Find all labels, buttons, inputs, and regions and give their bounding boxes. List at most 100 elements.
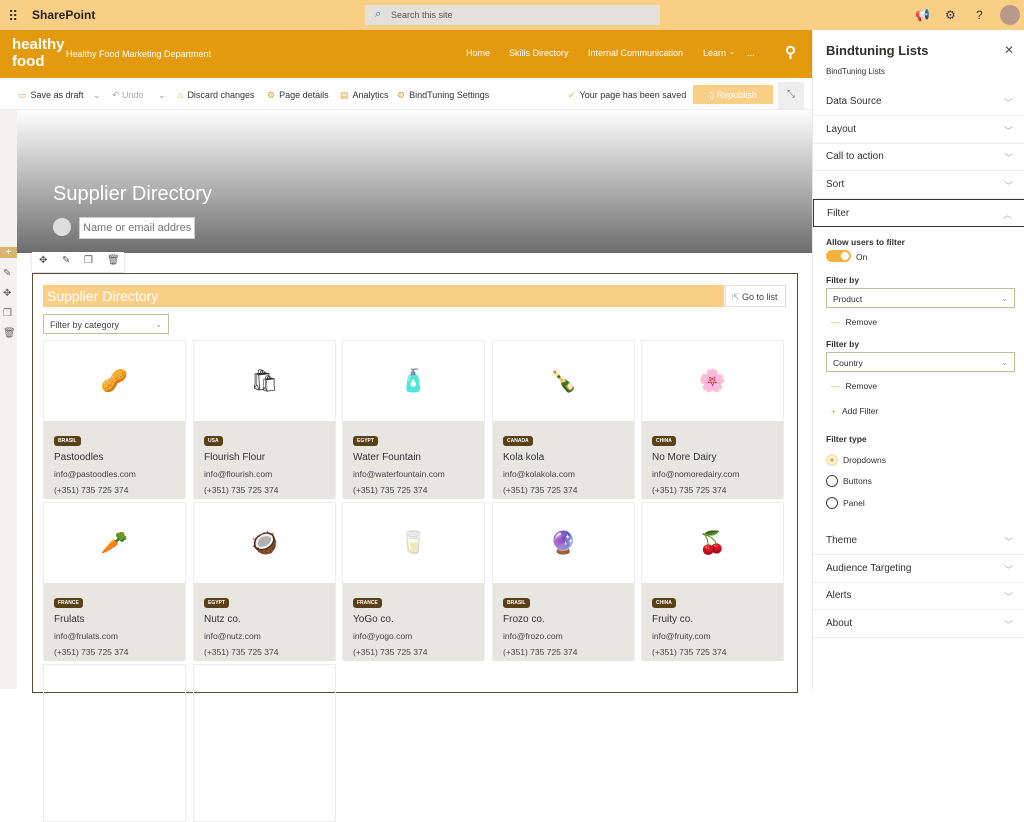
card-partial (43, 664, 186, 822)
section-call-to-action[interactable]: Call to action ﹀ (813, 143, 1024, 172)
supplier-card[interactable]: 🔮 BRASIL Frozo co. info@frozo.com (+351) 735… (492, 502, 635, 661)
section-data-source[interactable]: Data Source ﹀ (813, 88, 1024, 116)
edit-section-icon[interactable]: ✎ (3, 268, 11, 279)
undo-options-chevron-icon[interactable]: ⌄ (158, 90, 166, 101)
supplier-email[interactable]: info@flourish.com (204, 469, 325, 479)
supplier-email[interactable]: info@yogo.com (353, 631, 474, 641)
supplier-name: Fruity co. (652, 614, 694, 625)
supplier-card[interactable]: 🥜 BRASIL Pastoodles info@pastoodles.com (+35… (43, 340, 186, 499)
undo-button[interactable]: ↶ Undo (112, 90, 144, 101)
nav-internal-communication[interactable]: Internal Communication (588, 48, 683, 58)
section-sort[interactable]: Sort ﹀ (813, 171, 1024, 200)
move-section-icon[interactable]: ✥ (3, 288, 11, 299)
edit-icon[interactable]: ✎ (62, 255, 70, 266)
supplier-email[interactable]: info@frulats.com (54, 631, 175, 641)
allow-filter-toggle[interactable] (826, 250, 851, 262)
site-header: healthy food Healthy Food Marketing Depar… (0, 30, 812, 78)
supplier-name: YoGo co. (353, 614, 394, 625)
supplier-phone: (+351) 735 725 374 (652, 647, 727, 657)
search-icon[interactable]: ⚲ (785, 43, 796, 61)
filter-by-label: Filter by (826, 339, 860, 349)
duplicate-icon[interactable]: ❐ (84, 255, 93, 266)
section-label: Layout (826, 123, 857, 135)
supplier-card[interactable]: 🧴 EGYPT Water Fountain info@waterfountain.c… (342, 340, 485, 499)
app-name[interactable]: SharePoint (32, 8, 95, 22)
radio-dropdowns[interactable]: Dropdowns (826, 454, 886, 466)
supplier-card[interactable]: 🌸 CHINA No More Dairy info@nomoredairy.com (… (641, 340, 784, 499)
chevron-down-icon: ⌄ (155, 320, 162, 329)
remove-filter-button[interactable]: — Remove (831, 381, 877, 391)
section-alerts[interactable]: Alerts ﹀ (813, 582, 1024, 611)
country-badge: CANADA (503, 436, 533, 446)
nav-learn[interactable]: Learn (703, 48, 726, 58)
supplier-name: Flourish Flour (204, 452, 266, 463)
property-pane: Bindtuning Lists ✕ BindTuning Lists Data… (812, 30, 1024, 689)
nav-home[interactable]: Home (466, 48, 490, 58)
analytics-button[interactable]: ▤ Analytics (340, 90, 389, 101)
duplicate-section-icon[interactable]: ❐ (3, 308, 12, 319)
book-icon: ▯ (709, 90, 717, 100)
section-filter[interactable]: Filter ︿ (813, 199, 1024, 227)
supplier-email[interactable]: info@pastoodles.com (54, 469, 175, 479)
chevron-down-icon: ﹀ (1003, 620, 1013, 631)
filter-by-product-dropdown[interactable]: Product ⌄ (826, 288, 1015, 308)
supplier-card[interactable]: 🥕 FRANCE Frulats info@frulats.com (+351) 735… (43, 502, 186, 661)
move-icon[interactable]: ✥ (39, 255, 47, 266)
discard-changes-button[interactable]: ⌂ Discard changes (178, 90, 254, 100)
supplier-card[interactable]: 🍒 CHINA Fruity co. info@fruity.com (+351) 73… (641, 502, 784, 661)
supplier-card[interactable]: 🛍 USA Flourish Flour info@flourish.com (+351… (193, 340, 336, 499)
section-audience-targeting[interactable]: Audience Targeting ﹀ (813, 555, 1024, 583)
chevron-down-icon: ﹀ (1003, 125, 1013, 136)
section-layout[interactable]: Layout ﹀ (813, 116, 1024, 144)
section-about[interactable]: About ﹀ (813, 610, 1024, 639)
radio-label: Buttons (843, 476, 872, 486)
go-to-list-button[interactable]: ⇱ Go to list (725, 285, 786, 307)
filter-by-country-dropdown[interactable]: Country ⌄ (826, 352, 1015, 372)
save-draft-button[interactable]: ▭ Save as draft (18, 90, 84, 101)
republish-button[interactable]: ▯ Republish (693, 85, 773, 104)
product-icon: 🌸 (642, 341, 783, 421)
delete-icon[interactable]: 🗑 (107, 255, 120, 266)
supplier-email[interactable]: info@nomoredairy.com (652, 469, 773, 479)
add-section-icon[interactable]: + (0, 247, 17, 258)
remove-filter-button[interactable]: — Remove (831, 317, 877, 327)
help-icon[interactable]: ? (976, 8, 983, 22)
analytics-label: Analytics (352, 90, 389, 100)
supplier-card[interactable]: 🍾 CANADA Kola kola info@kolakola.com (+351) … (492, 340, 635, 499)
filter-category-dropdown[interactable]: Filter by category ⌄ (43, 314, 169, 334)
site-title[interactable]: Healthy Food Marketing Department (66, 49, 211, 59)
nav-skills-directory[interactable]: Skills Directory (509, 48, 569, 58)
author-name-input[interactable] (79, 217, 195, 239)
supplier-email[interactable]: info@nutz.com (204, 631, 325, 641)
supplier-card[interactable]: 🥥 EGYPT Nutz co. info@nutz.com (+351) 735 72… (193, 502, 336, 661)
supplier-email[interactable]: info@frozo.com (503, 631, 624, 641)
avatar[interactable] (1000, 5, 1020, 25)
nav-more[interactable]: ... (747, 48, 755, 58)
add-filter-button[interactable]: + Add Filter (831, 406, 878, 416)
bindtuning-settings-label: BindTuning Settings (409, 90, 490, 100)
megaphone-icon[interactable]: 📢 (915, 8, 930, 22)
gear-icon[interactable]: ⚙ (945, 8, 956, 22)
radio-buttons[interactable]: Buttons (826, 475, 872, 487)
logo[interactable]: healthy food (12, 36, 65, 70)
page-title[interactable]: Supplier Directory (53, 183, 212, 206)
collapse-icon[interactable]: ⤡ (778, 82, 804, 109)
selected-value: Product (833, 294, 863, 304)
search-input[interactable]: ⌕ Search this site (365, 5, 660, 25)
bindtuning-settings-button[interactable]: ⚙ BindTuning Settings (397, 90, 489, 101)
country-badge: CHINA (652, 436, 676, 446)
pane-title: Bindtuning Lists (826, 43, 929, 58)
save-options-chevron-icon[interactable]: ⌄ (93, 90, 101, 101)
close-icon[interactable]: ✕ (1004, 43, 1014, 57)
page-details-button[interactable]: ⚙ Page details (267, 90, 329, 101)
supplier-email[interactable]: info@waterfountain.com (353, 469, 474, 479)
supplier-phone: (+351) 735 725 374 (353, 485, 428, 495)
minus-icon: — (831, 381, 840, 391)
supplier-email[interactable]: info@fruity.com (652, 631, 773, 641)
section-theme[interactable]: Theme ﹀ (813, 527, 1024, 555)
app-launcher-icon[interactable]: ⠿ (8, 8, 18, 25)
supplier-card[interactable]: 🥛 FRANCE YoGo co. info@yogo.com (+351) 735 7… (342, 502, 485, 661)
radio-panel[interactable]: Panel (826, 497, 865, 509)
supplier-email[interactable]: info@kolakola.com (503, 469, 624, 479)
delete-section-icon[interactable]: 🗑 (3, 328, 16, 339)
